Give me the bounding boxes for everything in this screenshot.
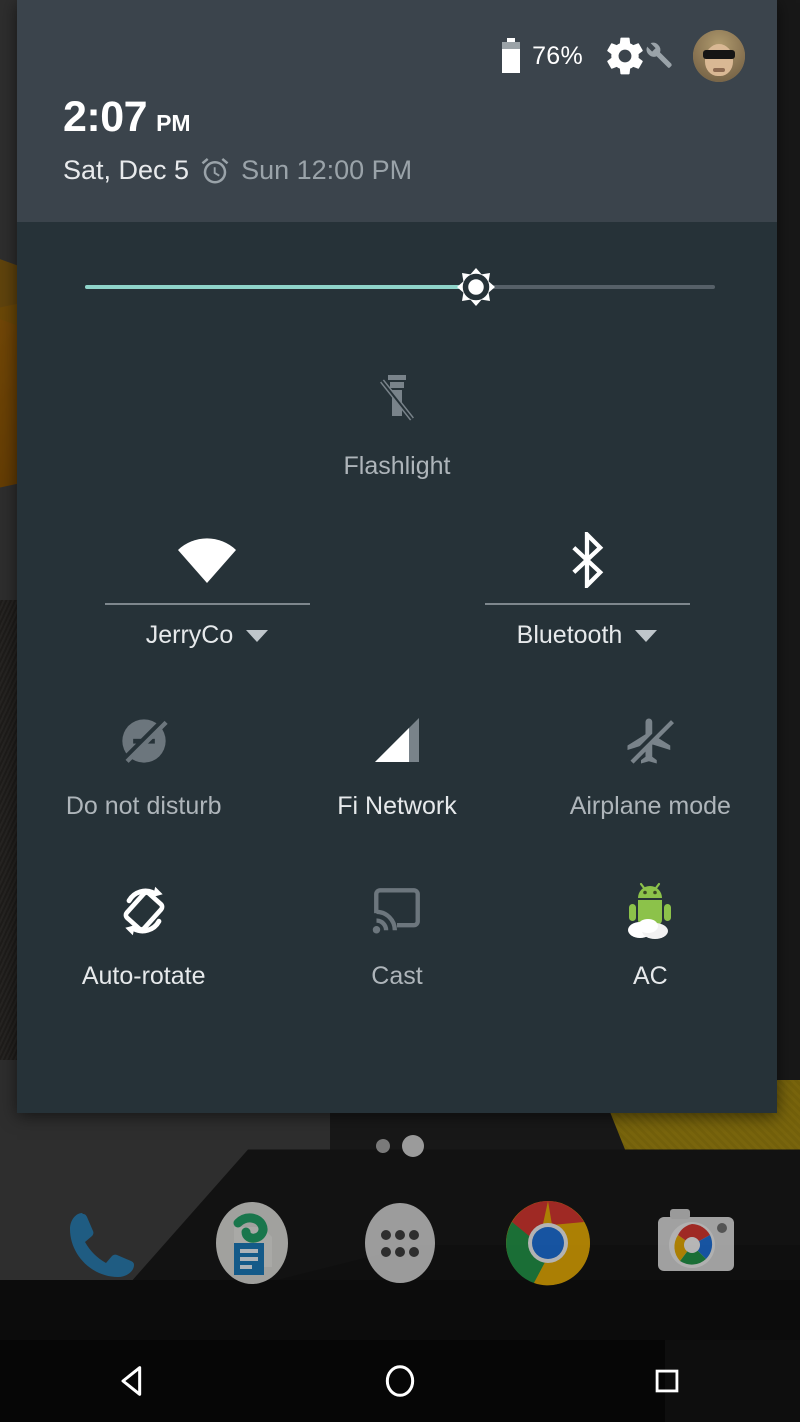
- avatar-sunglasses: [703, 50, 735, 59]
- dock-item-camera[interactable]: [648, 1195, 744, 1291]
- battery-icon: [502, 38, 521, 73]
- tile-ac[interactable]: AC: [524, 866, 777, 1036]
- tile-label-ac: AC: [632, 962, 668, 990]
- tile-wifi[interactable]: JerryCo: [17, 511, 397, 696]
- clock-time: 2:07: [63, 93, 148, 141]
- tile-label-bluetooth: Bluetooth: [516, 621, 623, 649]
- tile-row-4: Auto-rotate Cast AC: [17, 866, 777, 1036]
- quick-settings-tiles: Flashlight JerryCo Bluetooth Do not dist…: [17, 356, 777, 1036]
- back-triangle-icon: [121, 1366, 142, 1396]
- gear-icon: [607, 37, 643, 75]
- tile-label-cast: Cast: [371, 962, 423, 990]
- wrench-icon: [646, 42, 672, 68]
- date-line: Sat, Dec 5 Sun 12:00 PM: [63, 155, 412, 186]
- tile-label-flashlight: Flashlight: [343, 452, 451, 480]
- tile-cast[interactable]: Cast: [270, 866, 523, 1036]
- battery-percent-label: 76%: [532, 41, 583, 70]
- brightness-sun-icon[interactable]: [447, 258, 505, 316]
- tile-bluetooth[interactable]: Bluetooth: [397, 511, 777, 696]
- android-cloud-icon: [622, 880, 678, 942]
- quick-settings-header: 76% 2:07 PM Sat, Dec 5 Sun 12:00 PM: [17, 0, 777, 222]
- status-bar-row: 76%: [500, 30, 745, 82]
- home-dock: [0, 1180, 800, 1305]
- android-navigation-bar: [0, 1340, 800, 1422]
- tile-label-row-wifi[interactable]: JerryCo: [146, 621, 269, 650]
- tile-label-row-bluetooth[interactable]: Bluetooth: [517, 621, 658, 650]
- tile-row-2: JerryCo Bluetooth: [17, 511, 777, 696]
- bluetooth-icon: [567, 529, 607, 591]
- tile-do-not-disturb[interactable]: Do not disturb: [17, 696, 270, 866]
- navbar-highlight: [665, 1340, 800, 1422]
- phone-icon: [70, 1212, 134, 1277]
- dock-item-app-drawer[interactable]: [352, 1195, 448, 1291]
- airplane-off-icon: [623, 710, 677, 772]
- brightness-slider[interactable]: [85, 268, 715, 306]
- tile-flashlight[interactable]: Flashlight: [17, 356, 777, 511]
- home-circle-icon: [385, 1365, 415, 1397]
- chrome-icon: [506, 1200, 590, 1285]
- app-drawer-icon: [365, 1202, 435, 1283]
- alarm-clock-icon: [201, 157, 229, 183]
- tile-fi-network[interactable]: Fi Network: [270, 696, 523, 866]
- tile-divider-wifi: [104, 603, 310, 605]
- tile-row-1: Flashlight: [17, 356, 777, 511]
- chevron-down-icon[interactable]: [635, 629, 658, 642]
- tile-auto-rotate[interactable]: Auto-rotate: [17, 866, 270, 1036]
- tile-label-wifi: JerryCo: [145, 621, 234, 649]
- auto-rotate-icon: [116, 880, 172, 942]
- dock-item-phone[interactable]: [56, 1195, 152, 1291]
- page-dot-2-active[interactable]: [402, 1135, 424, 1157]
- nav-back-button[interactable]: [78, 1340, 188, 1422]
- dock-item-messages[interactable]: [204, 1195, 300, 1291]
- tile-label-fi-network: Fi Network: [337, 792, 457, 820]
- camera-icon: [658, 1208, 734, 1271]
- tile-airplane-mode[interactable]: Airplane mode: [524, 696, 777, 866]
- nav-home-button[interactable]: [345, 1340, 455, 1422]
- flashlight-off-icon: [373, 370, 421, 432]
- cell-signal-icon: [371, 710, 423, 772]
- brightness-slider-row[interactable]: [17, 222, 777, 352]
- settings-button[interactable]: [603, 34, 673, 78]
- tile-label-do-not-disturb: Do not disturb: [65, 792, 222, 820]
- avatar-mouth: [713, 68, 725, 72]
- cast-icon: [370, 880, 424, 942]
- messages-icon: [216, 1201, 288, 1284]
- dock-item-chrome[interactable]: [500, 1195, 596, 1291]
- battery-status[interactable]: 76%: [500, 38, 583, 74]
- tile-label-airplane-mode: Airplane mode: [569, 792, 731, 820]
- tile-divider-bluetooth: [484, 603, 690, 605]
- tile-label-auto-rotate: Auto-rotate: [81, 962, 206, 990]
- slider-fill: [85, 285, 476, 289]
- wifi-icon: [176, 529, 238, 591]
- do-not-disturb-icon: [118, 710, 170, 772]
- alarm-time-label: Sun 12:00 PM: [241, 155, 413, 185]
- clock-ampm: PM: [156, 110, 191, 136]
- tile-row-3: Do not disturb Fi Network Airplane mode: [17, 696, 777, 866]
- page-indicator: [0, 1135, 800, 1157]
- clock-block[interactable]: 2:07 PM Sat, Dec 5 Sun 12:00 PM: [63, 96, 412, 186]
- quick-settings-panel: 76% 2:07 PM Sat, Dec 5 Sun 12:00 PM Flas…: [17, 0, 777, 1113]
- clock-line: 2:07 PM: [63, 96, 412, 139]
- user-avatar[interactable]: [693, 30, 745, 82]
- page-dot-1[interactable]: [376, 1139, 390, 1153]
- chevron-down-icon[interactable]: [246, 629, 269, 642]
- date-label: Sat, Dec 5: [63, 155, 190, 185]
